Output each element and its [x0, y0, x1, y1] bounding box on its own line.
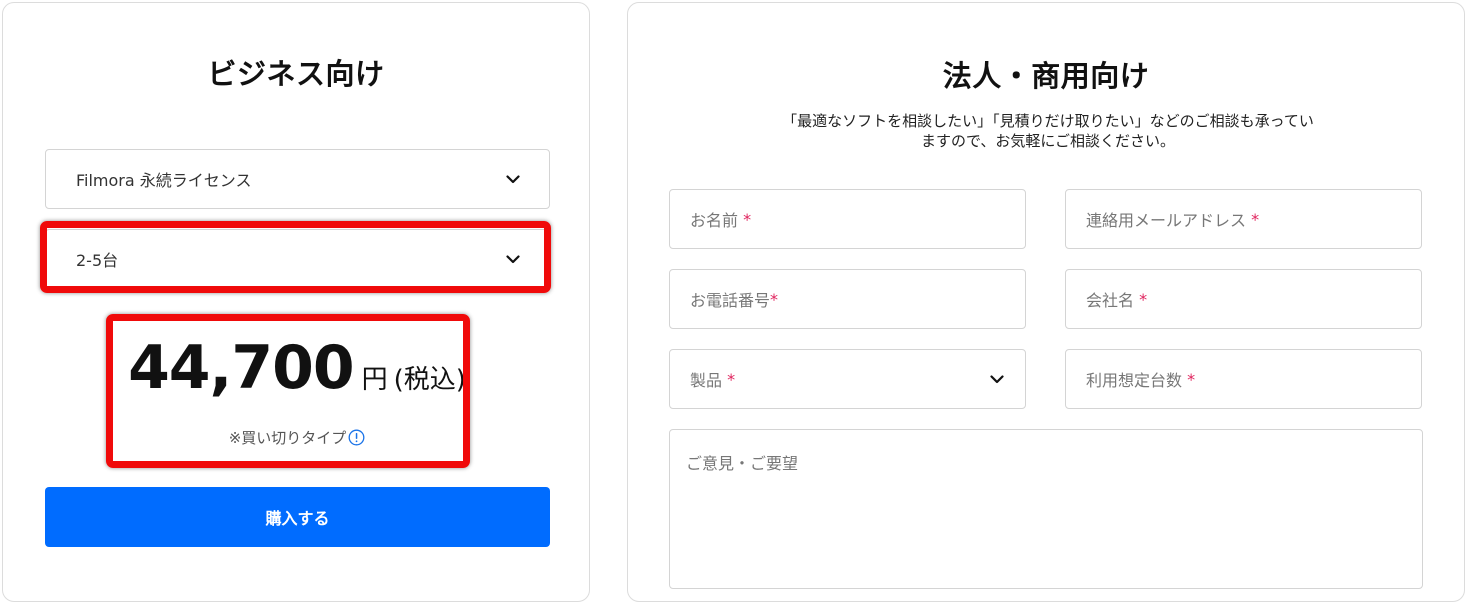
- business-card: ビジネス向け Filmora 永続ライセンス 2-5台 44,700 円 (税込…: [2, 2, 590, 602]
- comments-textarea[interactable]: ご意見・ご要望: [669, 429, 1423, 589]
- required-mark: *: [743, 209, 752, 229]
- phone-field[interactable]: お電話番号 *: [669, 269, 1026, 329]
- phone-placeholder: お電話番号: [690, 291, 771, 310]
- product-placeholder: 製品: [690, 371, 723, 390]
- quantity-select[interactable]: 2-5台: [45, 229, 550, 289]
- price-type-note: ※買い切りタイプ: [228, 429, 347, 447]
- price: 44,700 円 (税込): [3, 333, 591, 403]
- chevron-down-icon: [505, 171, 521, 187]
- quantity-select-value: 2-5台: [76, 251, 119, 270]
- price-tax-note: (税込): [393, 365, 466, 395]
- seats-placeholder: 利用想定台数: [1086, 371, 1183, 390]
- name-field[interactable]: お名前 *: [669, 189, 1026, 249]
- corporate-title: 法人・商用向け: [942, 59, 1150, 93]
- email-placeholder: 連絡用メールアドレス: [1086, 211, 1247, 230]
- price-unit: 円: [361, 365, 388, 395]
- description-line-2: ますので、お気軽にご相談ください。: [920, 132, 1176, 150]
- product-select[interactable]: Filmora 永続ライセンス: [45, 149, 550, 209]
- comments-placeholder: ご意見・ご要望: [686, 454, 799, 473]
- required-mark: *: [727, 369, 736, 389]
- company-field[interactable]: 会社名 *: [1065, 269, 1422, 329]
- price-type-note-row: ※買い切りタイプ: [3, 427, 591, 448]
- product-select-value: Filmora 永続ライセンス: [76, 171, 252, 190]
- required-mark: *: [1251, 209, 1260, 229]
- corporate-description: 「最適なソフトを相談したい」「見積りだけ取りたい」などのご相談も承ってい ますの…: [728, 111, 1368, 151]
- price-amount: 44,700: [128, 333, 355, 403]
- business-title: ビジネス向け: [207, 57, 385, 91]
- required-mark: *: [770, 289, 779, 309]
- buy-button[interactable]: 購入する: [45, 487, 550, 547]
- chevron-down-icon: [989, 371, 1005, 387]
- corporate-card: 法人・商用向け 「最適なソフトを相談したい」「見積りだけ取りたい」などのご相談も…: [627, 2, 1465, 602]
- required-mark: *: [1187, 369, 1196, 389]
- name-placeholder: お名前: [690, 211, 739, 230]
- info-circle-icon[interactable]: [348, 429, 365, 446]
- chevron-down-icon: [505, 251, 521, 267]
- product-field[interactable]: 製品 *: [669, 349, 1026, 409]
- company-placeholder: 会社名: [1086, 291, 1135, 310]
- description-line-1: 「最適なソフトを相談したい」「見積りだけ取りたい」などのご相談も承ってい: [782, 112, 1314, 130]
- email-field[interactable]: 連絡用メールアドレス *: [1065, 189, 1422, 249]
- required-mark: *: [1139, 289, 1148, 309]
- seats-field[interactable]: 利用想定台数 *: [1065, 349, 1422, 409]
